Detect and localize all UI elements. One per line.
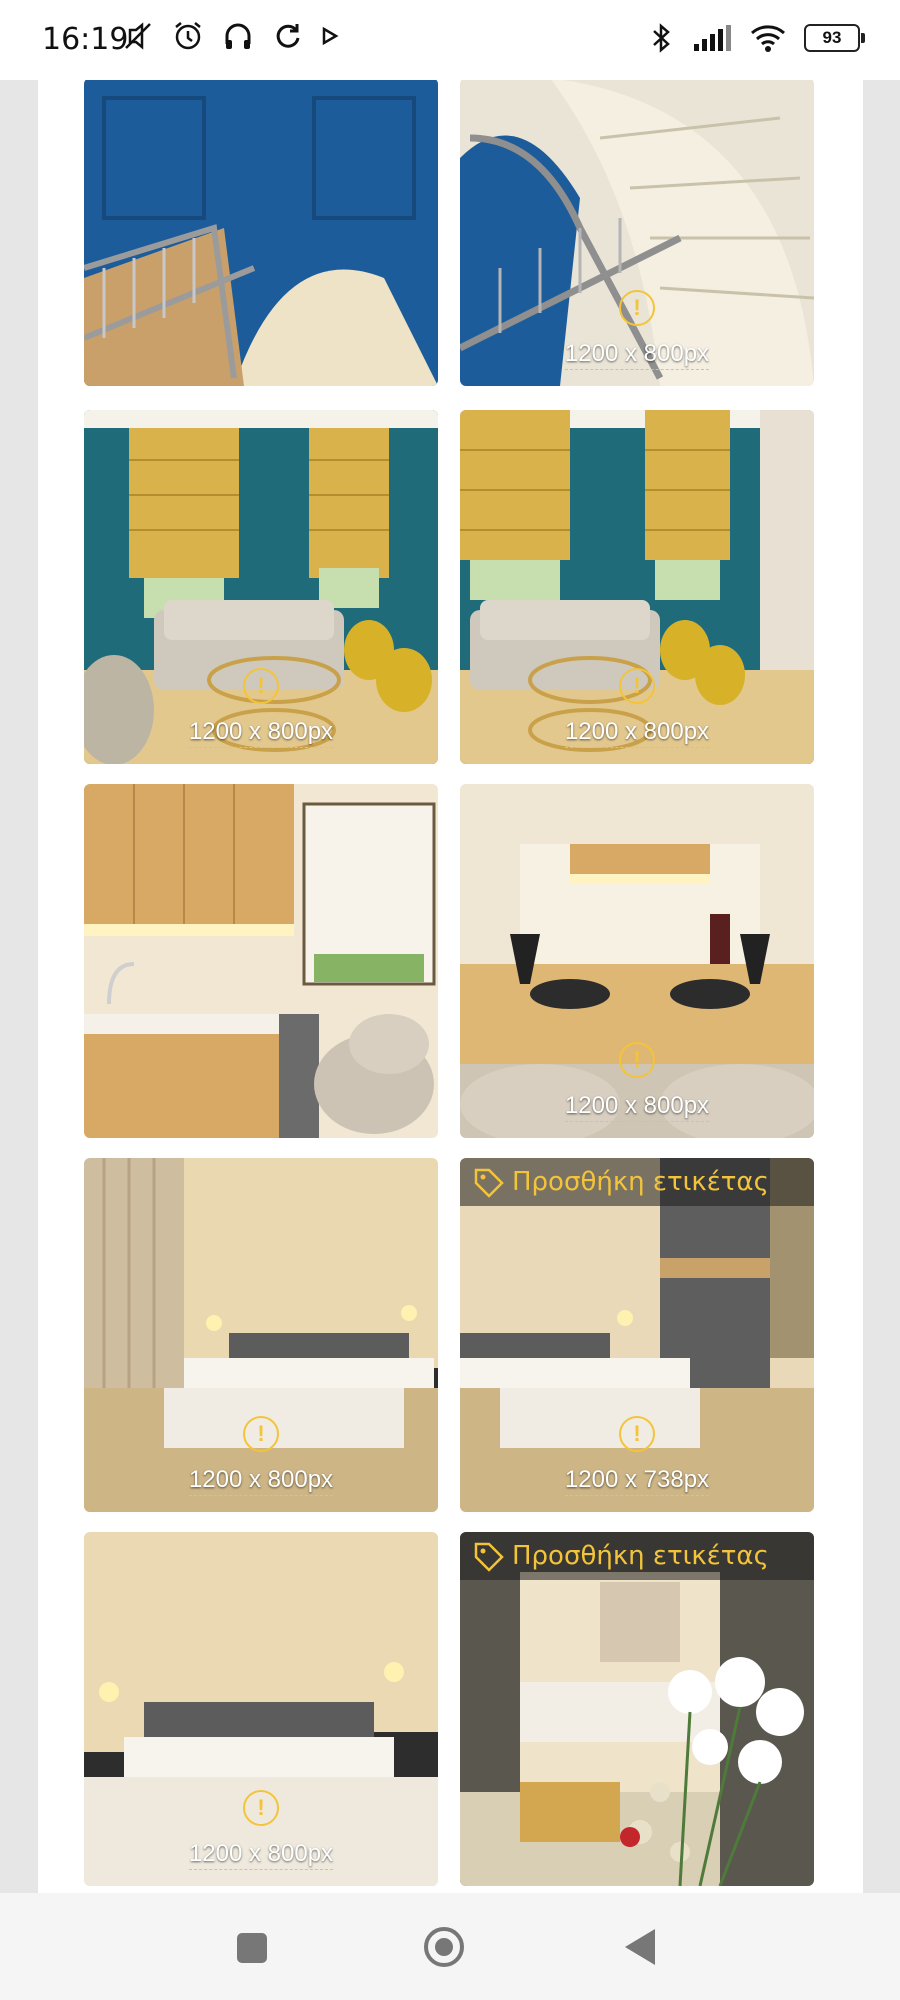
gallery-image-bedroom[interactable]: ! 1200 x 800px bbox=[84, 1158, 438, 1512]
tag-icon bbox=[474, 1542, 504, 1572]
image-flowers bbox=[460, 1532, 814, 1886]
signal-icon bbox=[694, 25, 731, 51]
image-gallery: ! 1200 x 800px ! 1200 x 800px ! 1200 x 8… bbox=[84, 80, 816, 1893]
image-size-label: 1200 x 800px bbox=[460, 718, 814, 748]
gallery-image-bedroom-2[interactable]: ! 1200 x 800px bbox=[84, 1532, 438, 1886]
status-bar: 16:19 93 bbox=[0, 0, 900, 80]
image-size-label: 1200 x 800px bbox=[84, 718, 438, 748]
warning-icon: ! bbox=[619, 1416, 655, 1452]
gallery-image-living-room-2[interactable]: ! 1200 x 800px bbox=[460, 410, 814, 764]
battery-icon: 93 bbox=[804, 24, 865, 52]
gallery-image-living-room[interactable]: ! 1200 x 800px bbox=[84, 410, 438, 764]
image-dining bbox=[460, 784, 814, 1138]
add-tag-bar[interactable]: Προσθήκη ετικέτας bbox=[460, 1532, 814, 1580]
image-bedroom bbox=[84, 1158, 438, 1512]
back-button[interactable] bbox=[625, 1929, 655, 1965]
system-navigation-bar bbox=[0, 1893, 900, 2000]
image-kitchen bbox=[84, 784, 438, 1138]
alarm-icon bbox=[175, 22, 201, 50]
sync-icon bbox=[276, 24, 300, 48]
add-tag-label: Προσθήκη ετικέτας bbox=[512, 1541, 769, 1571]
image-size-label: 1200 x 738px bbox=[460, 1466, 814, 1496]
image-size-label: 1200 x 800px bbox=[84, 1840, 438, 1870]
warning-icon: ! bbox=[243, 668, 279, 704]
warning-icon: ! bbox=[619, 1042, 655, 1078]
gallery-image-bedroom-wardrobe[interactable]: Προσθήκη ετικέτας ! 1200 x 738px bbox=[460, 1158, 814, 1512]
headphones-icon bbox=[225, 23, 251, 49]
warning-icon: ! bbox=[243, 1416, 279, 1452]
image-size-label: 1200 x 800px bbox=[460, 340, 814, 370]
image-size-label: 1200 x 800px bbox=[84, 1466, 438, 1496]
clock: 16:19 bbox=[42, 22, 129, 57]
status-icons-left bbox=[122, 20, 340, 52]
image-size-label: 1200 x 800px bbox=[460, 1092, 814, 1122]
tag-icon bbox=[474, 1168, 504, 1198]
home-button[interactable] bbox=[424, 1927, 464, 1967]
warning-icon: ! bbox=[243, 1790, 279, 1826]
wifi-icon bbox=[751, 25, 785, 52]
image-bedroom-wardrobe bbox=[460, 1158, 814, 1512]
add-tag-label: Προσθήκη ετικέτας bbox=[512, 1167, 769, 1197]
gallery-image-staircase-blue[interactable] bbox=[84, 80, 438, 386]
image-bedroom-2 bbox=[84, 1532, 438, 1886]
page-background: ! 1200 x 800px ! 1200 x 800px ! 1200 x 8… bbox=[0, 80, 900, 1893]
add-tag-bar[interactable]: Προσθήκη ετικέτας bbox=[460, 1158, 814, 1206]
image-living-room-2 bbox=[460, 410, 814, 764]
status-icons-right: 93 bbox=[648, 22, 865, 54]
warning-icon: ! bbox=[619, 290, 655, 326]
image-living-room bbox=[84, 410, 438, 764]
warning-icon: ! bbox=[619, 668, 655, 704]
recents-button[interactable] bbox=[237, 1933, 267, 1963]
bluetooth-icon bbox=[653, 23, 670, 53]
mute-icon bbox=[125, 22, 151, 50]
gallery-image-staircase-white[interactable]: ! 1200 x 800px bbox=[460, 80, 814, 386]
gallery-image-kitchen[interactable] bbox=[84, 784, 438, 1138]
image-staircase-blue bbox=[84, 80, 438, 386]
gallery-image-flowers[interactable]: Προσθήκη ετικέτας bbox=[460, 1532, 814, 1886]
play-icon bbox=[322, 26, 339, 46]
gallery-image-dining[interactable]: ! 1200 x 800px bbox=[460, 784, 814, 1138]
